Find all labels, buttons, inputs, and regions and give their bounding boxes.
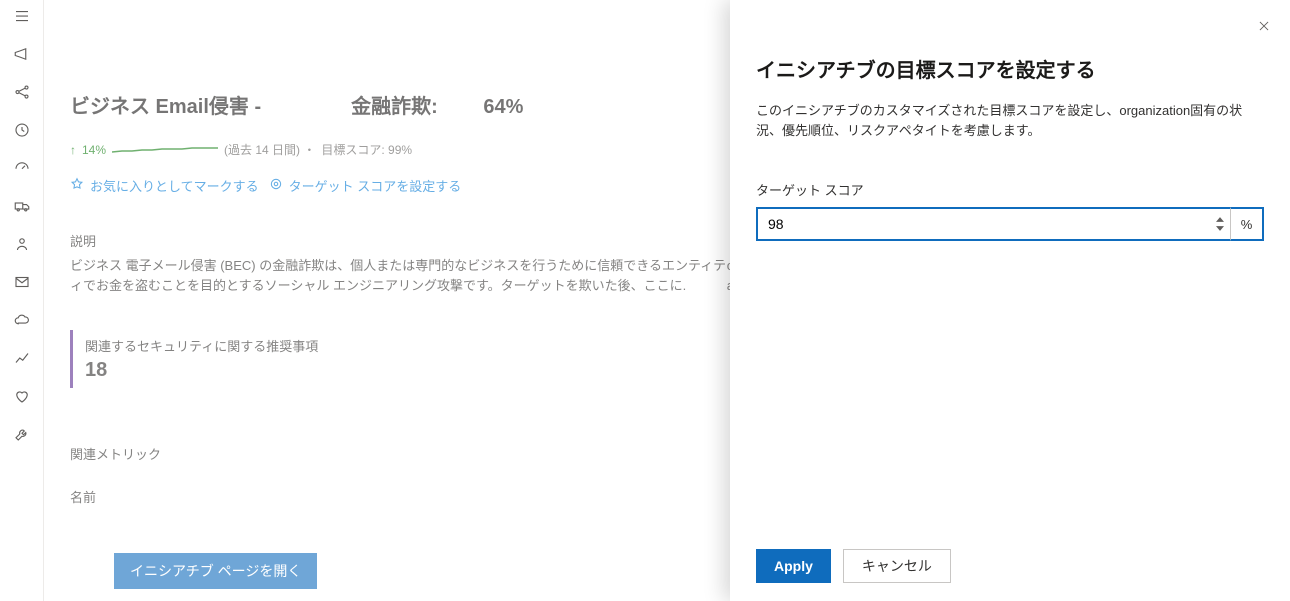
trend-up-icon: ↑ (70, 143, 76, 157)
chart-icon[interactable] (12, 348, 32, 368)
sparkline-chart (112, 145, 218, 155)
target-score-text: 目標スコア: 99% (321, 141, 412, 158)
set-target-label: ターゲット スコアを設定する (289, 176, 462, 195)
open-initiative-button[interactable]: イニシアチブ ページを開く (114, 553, 317, 589)
clock-icon[interactable] (12, 120, 32, 140)
cancel-button[interactable]: キャンセル (843, 549, 951, 583)
description-text: ビジネス 電子メール侵害 (BEC) の金融詐欺は、個人または専門的なビジネスを… (70, 256, 730, 296)
spinner-down-icon[interactable] (1214, 225, 1226, 233)
initiative-subtitle: 金融詐欺: (351, 96, 438, 118)
dashboard-icon[interactable] (12, 158, 32, 178)
number-spinner (1214, 216, 1226, 233)
megaphone-icon[interactable] (12, 44, 32, 64)
description-label: 説明 (70, 231, 730, 250)
target-icon (269, 177, 283, 194)
set-target-link[interactable]: ターゲット スコアを設定する (269, 176, 462, 195)
wrench-icon[interactable] (12, 424, 32, 444)
apply-button[interactable]: Apply (756, 549, 831, 583)
percent-suffix: % (1230, 207, 1264, 241)
spinner-up-icon[interactable] (1214, 216, 1226, 224)
trend-period: (過去 14 日間) ・ (224, 141, 315, 158)
favorite-label: お気に入りとしてマークする (90, 176, 259, 195)
target-score-input[interactable] (756, 207, 1230, 241)
star-icon (70, 177, 84, 194)
close-icon[interactable] (1248, 10, 1280, 42)
initiative-score: 64% (483, 96, 523, 118)
initiative-title: ビジネス Email侵害 - (70, 90, 261, 119)
side-panel: イニシアチブの目標スコアを設定する このイニシアチブのカスタマイズされた目標スコ… (730, 0, 1290, 601)
share-icon[interactable] (12, 82, 32, 102)
favorite-link[interactable]: お気に入りとしてマークする (70, 176, 259, 195)
panel-subtext: このイニシアチブのカスタマイズされた目標スコアを設定し、organization… (756, 101, 1264, 140)
menu-icon[interactable] (12, 6, 32, 26)
panel-title: イニシアチブの目標スコアを設定する (756, 54, 1264, 83)
trend-percent: 14% (82, 143, 106, 157)
truck-icon[interactable] (12, 196, 32, 216)
heart-icon[interactable] (12, 386, 32, 406)
target-score-field-label: ターゲット スコア (756, 180, 1264, 199)
cloud-icon[interactable] (12, 310, 32, 330)
mail-icon[interactable] (12, 272, 32, 292)
people-icon[interactable] (12, 234, 32, 254)
sidebar (0, 0, 44, 601)
